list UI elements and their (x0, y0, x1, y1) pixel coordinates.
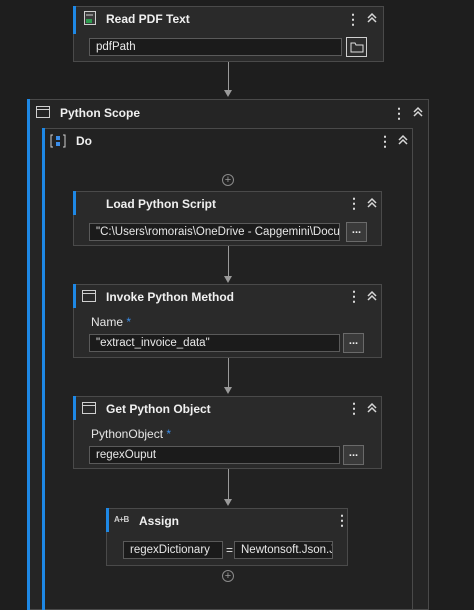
load-script-title: Load Python Script (106, 197, 217, 211)
invoke-title: Invoke Python Method (106, 290, 235, 304)
connector-line (228, 469, 229, 499)
script-browse-button[interactable]: ... (346, 222, 367, 242)
read-pdf-collapse-icon[interactable] (366, 12, 378, 27)
invoke-more-icon[interactable]: ⋮ (347, 289, 361, 303)
script-path-input[interactable]: "C:\Users\romorais\OneDrive - Capgemini\… (89, 223, 340, 241)
python-object-field-label: PythonObject * (91, 427, 172, 441)
name-field-label: Name * (91, 315, 132, 329)
method-name-input[interactable]: "extract_invoice_data" (89, 334, 340, 352)
connector-line (228, 358, 229, 387)
get-object-more-icon[interactable]: ⋮ (347, 401, 361, 415)
window-icon (36, 106, 50, 121)
assign-accent-bar (106, 508, 109, 532)
do-title: Do (76, 134, 92, 148)
assign-more-icon[interactable]: ⋮ (335, 513, 349, 527)
get-object-collapse-icon[interactable] (366, 402, 378, 417)
invoke-accent-bar (73, 284, 76, 308)
get-object-title: Get Python Object (106, 402, 211, 416)
assign-title: Assign (139, 514, 180, 528)
connector-arrow (224, 90, 232, 97)
connector-line (228, 62, 229, 90)
method-browse-button[interactable]: ... (343, 333, 364, 353)
read-pdf-accent-bar (73, 6, 76, 34)
add-activity-button[interactable]: + (222, 570, 234, 582)
do-collapse-icon[interactable] (397, 134, 409, 149)
get-object-accent-bar (73, 396, 76, 420)
connector-arrow (224, 387, 232, 394)
connector-arrow (224, 499, 232, 506)
load-script-more-icon[interactable]: ⋮ (347, 196, 361, 210)
python-object-input[interactable]: regexOuput (89, 446, 340, 464)
connector-line (228, 246, 229, 276)
do-more-icon[interactable]: ⋮ (378, 134, 392, 148)
required-mark: * (126, 315, 132, 329)
pdf-document-icon (84, 11, 96, 25)
assign-value-input[interactable]: Newtonsoft.Json.Js (234, 541, 333, 559)
assign-to-input[interactable]: regexDictionary (123, 541, 223, 559)
pdf-browse-button[interactable] (346, 37, 367, 57)
sequence-icon (50, 134, 66, 151)
add-activity-button[interactable]: + (222, 174, 234, 186)
assign-icon: A+B (114, 515, 129, 524)
read-pdf-more-icon[interactable]: ⋮ (346, 12, 360, 26)
python-scope-title: Python Scope (60, 106, 141, 120)
pdf-path-input[interactable]: pdfPath (89, 38, 342, 56)
window-icon (82, 402, 96, 417)
do-accent-bar (42, 128, 45, 610)
window-icon (82, 290, 96, 305)
python-scope-accent-bar (27, 99, 30, 610)
python-scope-collapse-icon[interactable] (412, 106, 424, 121)
python-scope-more-icon[interactable]: ⋮ (392, 106, 406, 120)
load-script-accent-bar (73, 191, 76, 215)
invoke-collapse-icon[interactable] (366, 290, 378, 305)
assign-equals-sign: = (226, 543, 234, 557)
read-pdf-title: Read PDF Text (106, 12, 190, 26)
connector-arrow (224, 276, 232, 283)
folder-icon (350, 42, 364, 56)
required-mark: * (166, 427, 172, 441)
load-script-collapse-icon[interactable] (366, 197, 378, 212)
object-browse-button[interactable]: ... (343, 445, 364, 465)
